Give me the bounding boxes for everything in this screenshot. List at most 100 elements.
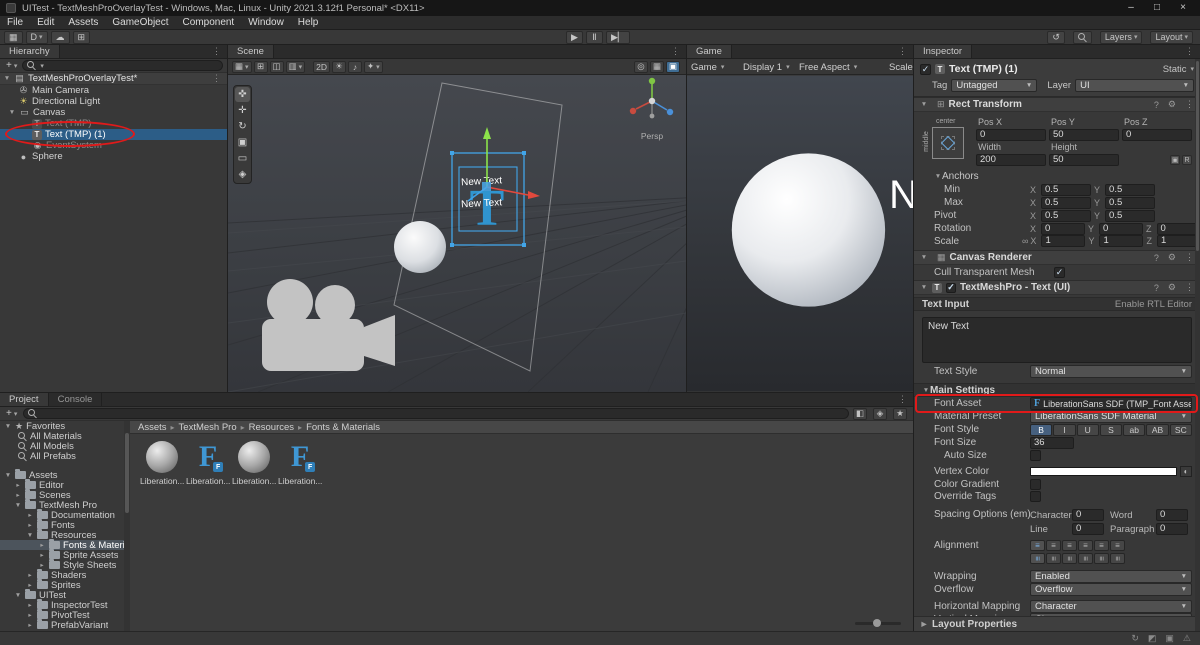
link-scale-icon[interactable]: ∞ bbox=[1022, 236, 1028, 246]
display-dropdown[interactable]: Display 1 ▾ bbox=[743, 59, 790, 74]
rotation-z-field[interactable]: 0 bbox=[1156, 222, 1200, 235]
folder-documentation[interactable]: ▸ Documentation bbox=[0, 509, 124, 521]
search-by-label-icon[interactable]: ◈ bbox=[873, 407, 887, 420]
folder-pivottest[interactable]: ▸ PivotTest bbox=[0, 609, 124, 621]
foldout-icon[interactable]: ▼ bbox=[920, 284, 928, 291]
visibility-icon[interactable]: ◎ bbox=[633, 60, 648, 73]
material-preset-dropdown[interactable]: LiberationSans SDF Material ▼ bbox=[1030, 410, 1192, 423]
services-icon[interactable]: ⊞ bbox=[72, 30, 91, 44]
anchors-foldout[interactable]: ▼ Anchors bbox=[914, 170, 1200, 183]
main-settings-bar[interactable]: ▼ Main Settings bbox=[914, 383, 1200, 397]
close-button[interactable]: × bbox=[1170, 0, 1196, 16]
account-button[interactable]: D ▾ bbox=[25, 30, 48, 44]
align-bottom-button[interactable]: ≡ bbox=[1062, 553, 1077, 564]
foldout-icon[interactable]: ▸ bbox=[14, 491, 22, 499]
align-justify-button[interactable]: ≡ bbox=[1078, 540, 1093, 551]
canvas-renderer-header[interactable]: ▼ ▦ Canvas Renderer ? ⚙ ⋮ bbox=[914, 250, 1200, 265]
foldout-icon[interactable]: ▼ bbox=[14, 502, 22, 509]
anchor-preset-box[interactable] bbox=[932, 127, 964, 159]
create-asset-button[interactable]: + ▾ bbox=[4, 408, 19, 419]
rotation-y-field[interactable]: 0 bbox=[1099, 222, 1144, 235]
override-tags-checkbox[interactable] bbox=[1030, 490, 1041, 502]
help-icon[interactable]: ? bbox=[1154, 100, 1159, 110]
favorite-all-prefabs[interactable]: All Prefabs bbox=[0, 451, 124, 462]
wrapping-dropdown[interactable]: Enabled ▼ bbox=[1030, 570, 1192, 583]
rtl-toggle[interactable]: Enable RTL Editor bbox=[1115, 299, 1192, 310]
inspector-menu-icon[interactable]: ⋮ bbox=[1179, 45, 1200, 58]
favorite-all-models[interactable]: All Models bbox=[0, 441, 124, 452]
kebab-icon[interactable]: ⋮ bbox=[1185, 282, 1194, 293]
align-flush-button[interactable]: ≡ bbox=[1094, 540, 1109, 551]
game-mode-dropdown[interactable]: Game ▾ bbox=[691, 59, 724, 74]
hierarchy-item-main-camera[interactable]: ✇ Main Camera bbox=[0, 85, 227, 96]
menu-edit[interactable]: Edit bbox=[30, 16, 61, 30]
hierarchy-item-canvas[interactable]: ▼ ▭ Canvas bbox=[0, 107, 227, 118]
transform-tool-icon[interactable]: ◈ bbox=[235, 167, 250, 182]
eyedropper-icon[interactable]: ◐ bbox=[1180, 466, 1192, 477]
bold-button[interactable]: B bbox=[1030, 423, 1053, 436]
camera-settings-icon[interactable]: ▣ bbox=[665, 60, 680, 73]
asset-tile-material[interactable]: Liberation... bbox=[232, 440, 276, 486]
rect-transform-header[interactable]: ▼ ⊞ Rect Transform ? ⚙ ⋮ bbox=[914, 97, 1200, 112]
foldout-icon[interactable]: ▸ bbox=[38, 541, 46, 549]
foldout-icon[interactable]: ▸ bbox=[26, 601, 34, 609]
breadcrumb-assets[interactable]: Assets bbox=[138, 422, 167, 433]
scene-sphere[interactable] bbox=[394, 221, 446, 273]
anchor-preset-widget[interactable]: center middle bbox=[922, 118, 966, 166]
folder-shaders[interactable]: ▸ Shaders bbox=[0, 569, 124, 581]
rotation-x-field[interactable]: 0 bbox=[1041, 222, 1086, 235]
project-menu-icon[interactable]: ⋮ bbox=[892, 393, 913, 406]
foldout-icon[interactable]: ▼ bbox=[920, 101, 928, 108]
persp-label[interactable]: Persp bbox=[641, 131, 663, 141]
foldout-icon[interactable]: ▸ bbox=[26, 571, 34, 579]
min-x-field[interactable]: 0.5 bbox=[1041, 183, 1092, 196]
max-y-field[interactable]: 0.5 bbox=[1105, 196, 1156, 209]
cloud-icon[interactable]: ☁ bbox=[50, 30, 70, 44]
scene-root-row[interactable]: ▼ ▤ TextMeshProOverlayTest* ⋮ bbox=[0, 73, 227, 85]
scale-slider[interactable]: Scale bbox=[889, 59, 913, 74]
foldout-icon[interactable]: ▼ bbox=[26, 532, 34, 539]
view-hand-tool-icon[interactable]: ✜ bbox=[235, 87, 250, 102]
menu-component[interactable]: Component bbox=[176, 16, 242, 30]
presets-icon[interactable]: ⚙ bbox=[1168, 252, 1176, 263]
presets-icon[interactable]: ⚙ bbox=[1168, 282, 1176, 293]
game-menu-icon[interactable]: ⋮ bbox=[892, 45, 913, 58]
menu-assets[interactable]: Assets bbox=[61, 16, 105, 30]
max-x-field[interactable]: 0.5 bbox=[1041, 196, 1092, 209]
folder-editor[interactable]: ▸ Editor bbox=[0, 479, 124, 491]
effects-dropdown-icon[interactable]: ✦ ▾ bbox=[364, 60, 383, 73]
breadcrumb-resources[interactable]: Resources bbox=[249, 422, 294, 433]
help-icon[interactable]: ? bbox=[1154, 253, 1159, 263]
breadcrumb-textmesh-pro[interactable]: TextMesh Pro bbox=[179, 422, 237, 433]
favorite-search-icon[interactable]: ★ bbox=[893, 407, 907, 420]
folder-scenes[interactable]: ▸ Scenes bbox=[0, 489, 124, 501]
lighting-status-icon[interactable]: ◩ bbox=[1148, 633, 1157, 644]
strikethrough-button[interactable]: S bbox=[1099, 423, 1123, 436]
step-button[interactable]: ▶▏ bbox=[606, 31, 630, 44]
kebab-icon[interactable]: ⋮ bbox=[1185, 99, 1194, 110]
menu-window[interactable]: Window bbox=[241, 16, 291, 30]
scene-menu-icon[interactable]: ⋮ bbox=[206, 73, 227, 84]
auto-size-checkbox[interactable] bbox=[1030, 449, 1041, 461]
menu-help[interactable]: Help bbox=[291, 16, 326, 30]
scene-menu-icon[interactable]: ⋮ bbox=[665, 45, 686, 58]
min-y-field[interactable]: 0.5 bbox=[1105, 183, 1156, 196]
asset-tile-font[interactable]: F Liberation... bbox=[278, 440, 322, 487]
scrollbar-thumb[interactable] bbox=[125, 433, 129, 513]
foldout-icon[interactable]: ▸ bbox=[26, 511, 34, 519]
foldout-icon[interactable]: ▶ bbox=[920, 620, 928, 628]
text-input-bar[interactable]: Text Input Enable RTL Editor bbox=[914, 297, 1200, 311]
active-checkbox[interactable]: ✓ bbox=[920, 63, 931, 75]
asset-tile-material[interactable]: Liberation... bbox=[140, 440, 184, 486]
render-doc-dropdown[interactable]: ▥ ▾ bbox=[285, 60, 306, 73]
grid-visibility-icon[interactable]: ▦ bbox=[649, 60, 664, 73]
tmp-header[interactable]: ▼ T ✓ TextMeshPro - Text (UI) ? ⚙ ⋮ bbox=[914, 280, 1200, 295]
foldout-icon[interactable]: ▸ bbox=[26, 521, 34, 529]
tab-console[interactable]: Console bbox=[48, 393, 103, 406]
foldout-icon[interactable]: ▼ bbox=[4, 423, 12, 430]
blueprint-mode-icon[interactable]: ▣ bbox=[1170, 155, 1180, 165]
scene-viewport[interactable]: T New Text New Text Persp bbox=[228, 75, 686, 392]
create-object-button[interactable]: + ▾ bbox=[4, 60, 19, 71]
lowercase-button[interactable]: ab bbox=[1123, 423, 1146, 436]
text-value-area[interactable]: New Text bbox=[922, 317, 1192, 363]
